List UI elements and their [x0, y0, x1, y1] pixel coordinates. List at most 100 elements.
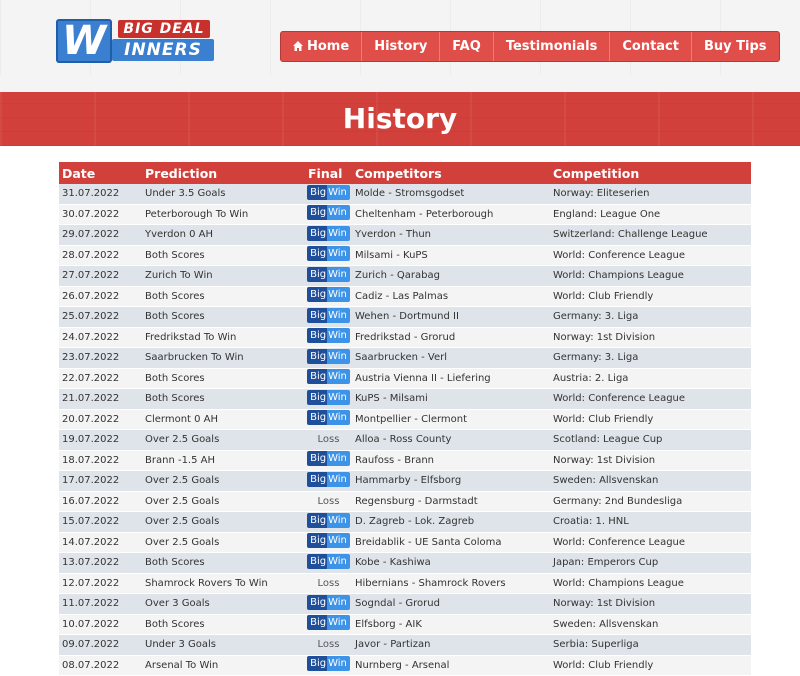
- cell-competition: World: Conference League: [550, 388, 751, 410]
- bigwin-win-text: Win: [327, 225, 350, 241]
- bigwin-big-text: Big: [307, 410, 328, 426]
- logo-inners-text: INNERS: [112, 39, 214, 61]
- header-competitors: Competitors: [352, 162, 550, 184]
- bigwin-big-text: Big: [307, 451, 328, 467]
- bigwin-big-text: Big: [307, 656, 328, 672]
- cell-final: Big Win: [305, 614, 352, 635]
- bigwin-big-text: Big: [307, 533, 328, 549]
- table-row: 27.07.2022 Zurich To Win Big Win Zurich - Qa…: [59, 265, 751, 287]
- header-final: Final: [305, 162, 352, 184]
- cell-date: 14.07.2022: [59, 532, 142, 553]
- site-logo[interactable]: W BIG DEAL INNERS: [56, 19, 216, 63]
- nav-home-label: Home: [307, 39, 350, 54]
- cell-final: Big Win: [305, 265, 352, 287]
- table-body: 31.07.2022 Under 3.5 Goals Big Win Molde - S…: [59, 184, 751, 676]
- bigwin-badge: Big Win: [307, 184, 350, 200]
- bigwin-big-text: Big: [307, 553, 328, 569]
- table-row: 25.07.2022 Both Scores Big Win Wehen - Dortm…: [59, 306, 751, 328]
- table-row: 24.07.2022 Fredrikstad To Win Big Win Fredri…: [59, 327, 751, 348]
- cell-date: 20.07.2022: [59, 409, 142, 430]
- table-row: 12.07.2022 Shamrock Rovers To Win Loss Hibe…: [59, 573, 751, 594]
- cell-competition: Switzerland: Challenge League: [550, 224, 751, 246]
- cell-date: 08.07.2022: [59, 655, 142, 676]
- nav-home[interactable]: Home: [281, 32, 361, 61]
- cell-final: Big Win: [305, 409, 352, 430]
- cell-prediction: Under 3.5 Goals: [142, 184, 305, 205]
- bigwin-badge: Big Win: [307, 348, 350, 364]
- cell-competitors: Regensburg - Darmstadt: [352, 491, 550, 512]
- bigwin-badge: Big Win: [307, 266, 350, 282]
- cell-competitors: KuPS - Milsami: [352, 388, 550, 410]
- bigwin-big-text: Big: [307, 512, 328, 528]
- bigwin-big-text: Big: [307, 225, 328, 241]
- table-row: 17.07.2022 Over 2.5 Goals Big Win Hammarby -…: [59, 470, 751, 492]
- bigwin-big-text: Big: [307, 389, 328, 405]
- cell-competitors: Kobe - Kashiwa: [352, 552, 550, 574]
- cell-final: Loss: [305, 573, 352, 594]
- bigwin-win-text: Win: [327, 328, 350, 344]
- cell-competitors: Alloa - Ross County: [352, 429, 550, 451]
- cell-final: Big Win: [305, 184, 352, 205]
- cell-competition: World: Conference League: [550, 245, 751, 266]
- nav-testimonials[interactable]: Testimonials: [492, 32, 610, 61]
- cell-date: 13.07.2022: [59, 552, 142, 574]
- cell-date: 21.07.2022: [59, 388, 142, 410]
- cell-final: Big Win: [305, 552, 352, 574]
- cell-prediction: Both Scores: [142, 286, 305, 307]
- bigwin-big-text: Big: [307, 369, 328, 385]
- cell-date: 24.07.2022: [59, 327, 142, 348]
- table-row: 29.07.2022 Yverdon 0 AH Big Win Yverdon - Th…: [59, 224, 751, 246]
- cell-final: Big Win: [305, 532, 352, 553]
- bigwin-win-text: Win: [327, 287, 350, 303]
- header-competition: Competition: [550, 162, 751, 184]
- cell-date: 17.07.2022: [59, 470, 142, 492]
- table-header-row: Date Prediction Final Competitors Compet…: [59, 162, 751, 184]
- loss-label: Loss: [317, 495, 340, 507]
- banner-gap: [0, 75, 800, 92]
- cell-prediction: Clermont 0 AH: [142, 409, 305, 430]
- cell-prediction: Both Scores: [142, 306, 305, 328]
- table-row: 15.07.2022 Over 2.5 Goals Big Win D. Zagreb …: [59, 511, 751, 533]
- cell-prediction: Zurich To Win: [142, 265, 305, 287]
- bigwin-badge: Big Win: [307, 451, 350, 467]
- cell-date: 29.07.2022: [59, 224, 142, 246]
- bigwin-badge: Big Win: [307, 307, 350, 323]
- cell-competitors: Saarbrucken - Verl: [352, 347, 550, 369]
- cell-competition: Croatia: 1. HNL: [550, 511, 751, 533]
- bigwin-big-text: Big: [307, 307, 328, 323]
- page-banner: History: [0, 92, 800, 146]
- cell-competition: World: Conference League: [550, 532, 751, 553]
- logo-w-mark: W: [56, 19, 112, 63]
- header-prediction: Prediction: [142, 162, 305, 184]
- table-row: 18.07.2022 Brann -1.5 AH Big Win Raufoss - B…: [59, 450, 751, 471]
- bigwin-win-text: Win: [327, 205, 350, 221]
- nav-faq[interactable]: FAQ: [439, 32, 493, 61]
- nav-buy-tips[interactable]: Buy Tips: [690, 32, 779, 61]
- cell-competition: World: Club Friendly: [550, 655, 751, 676]
- cell-final: Big Win: [305, 347, 352, 369]
- cell-prediction: Peterborough To Win: [142, 204, 305, 225]
- page-title: History: [342, 102, 458, 135]
- bigwin-win-text: Win: [327, 471, 350, 487]
- loss-label: Loss: [317, 434, 340, 446]
- bigwin-badge: Big Win: [307, 594, 350, 610]
- bigwin-badge: Big Win: [307, 410, 350, 426]
- cell-competitors: Wehen - Dortmund II: [352, 306, 550, 328]
- cell-date: 31.07.2022: [59, 184, 142, 205]
- bigwin-badge: Big Win: [307, 533, 350, 549]
- table-row: 23.07.2022 Saarbrucken To Win Big Win Saarbr…: [59, 347, 751, 369]
- cell-competition: Germany: 2nd Bundesliga: [550, 491, 751, 512]
- cell-final: Big Win: [305, 204, 352, 225]
- cell-final: Big Win: [305, 286, 352, 307]
- bigwin-big-text: Big: [307, 594, 328, 610]
- loss-label: Loss: [317, 577, 340, 589]
- cell-competition: Norway: Eliteserien: [550, 184, 751, 205]
- cell-final: Big Win: [305, 245, 352, 266]
- bigwin-win-text: Win: [327, 553, 350, 569]
- nav-history[interactable]: History: [361, 32, 439, 61]
- cell-competitors: Hibernians - Shamrock Rovers: [352, 573, 550, 594]
- nav-contact[interactable]: Contact: [609, 32, 691, 61]
- table-row: 31.07.2022 Under 3.5 Goals Big Win Molde - S…: [59, 184, 751, 205]
- bigwin-win-text: Win: [327, 410, 350, 426]
- table-row: 26.07.2022 Both Scores Big Win Cadiz - Las P…: [59, 286, 751, 307]
